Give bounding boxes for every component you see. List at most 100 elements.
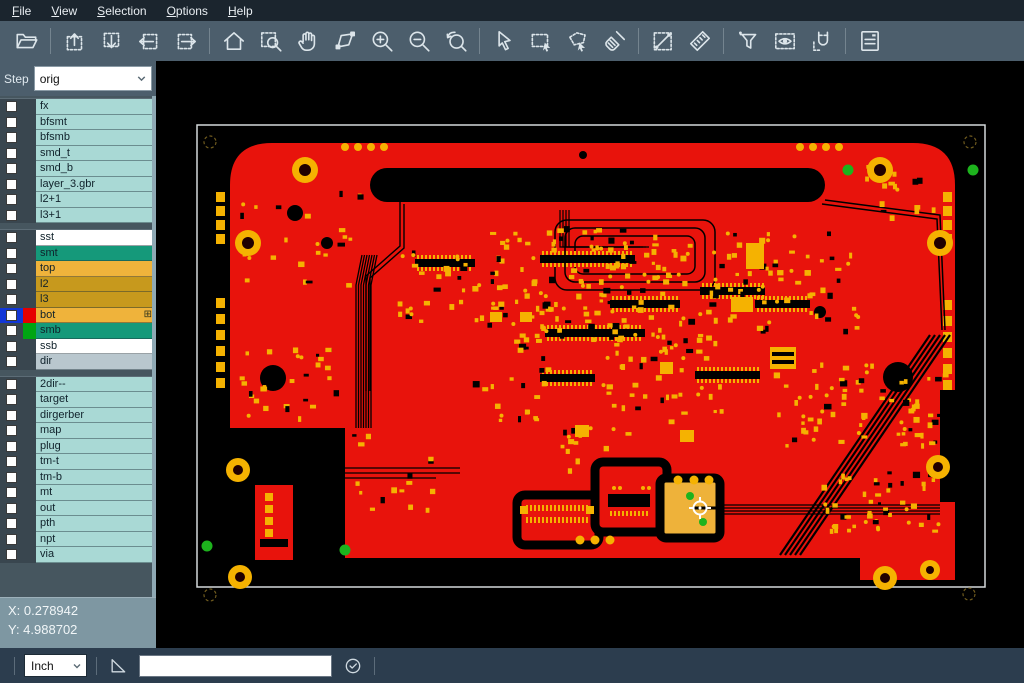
layer-checkbox-plug[interactable] (6, 441, 17, 452)
layer-label-2dir--[interactable]: 2dir-- (36, 377, 156, 393)
apply-refresh-icon[interactable] (341, 654, 365, 678)
layer-checkbox-l2[interactable] (6, 279, 17, 290)
layer-color-swatch[interactable] (23, 547, 36, 563)
layer-checkbox-smt[interactable] (6, 248, 17, 259)
layer-checkbox-map[interactable] (6, 425, 17, 436)
grid-icon[interactable]: ⊞ (144, 310, 152, 320)
layer-color-swatch[interactable] (23, 323, 36, 339)
layer-row-sst[interactable]: sst (0, 230, 156, 246)
layer-label-target[interactable]: target (36, 392, 156, 408)
layer-label-map[interactable]: map (36, 423, 156, 439)
layer-label-npt[interactable]: npt (36, 532, 156, 548)
zoom-previous-button[interactable] (437, 24, 474, 58)
layer-color-swatch[interactable] (23, 516, 36, 532)
layer-color-swatch[interactable] (23, 99, 36, 115)
layer-label-bfsmt[interactable]: bfsmt (36, 115, 156, 131)
layer-label-l3[interactable]: l3 (36, 292, 156, 308)
layer-color-swatch[interactable] (23, 261, 36, 277)
layer-row-l2[interactable]: l2 (0, 277, 156, 293)
layer-color-swatch[interactable] (23, 246, 36, 262)
layer-row-npt[interactable]: npt (0, 532, 156, 548)
layer-color-swatch[interactable] (23, 408, 36, 424)
panel-down-button[interactable] (93, 24, 130, 58)
layer-checkbox-ssb[interactable] (6, 341, 17, 352)
layer-color-swatch[interactable] (23, 146, 36, 162)
measure-ruler-button[interactable] (681, 24, 718, 58)
layer-color-swatch[interactable] (23, 130, 36, 146)
layer-row-ssb[interactable]: ssb (0, 339, 156, 355)
clean-selection-button[interactable] (596, 24, 633, 58)
layer-color-swatch[interactable] (23, 292, 36, 308)
layer-checkbox-smb[interactable] (6, 325, 17, 336)
menu-options[interactable]: Options (157, 2, 218, 20)
layer-checkbox-l2+1[interactable] (6, 194, 17, 205)
layer-checkbox-smd_b[interactable] (6, 163, 17, 174)
layer-color-swatch[interactable] (23, 339, 36, 355)
layer-checkbox-2dir--[interactable] (6, 379, 17, 390)
menu-view[interactable]: View (41, 2, 87, 20)
layer-color-swatch[interactable] (23, 277, 36, 293)
layer-label-out[interactable]: out (36, 501, 156, 517)
layer-label-l2+1[interactable]: l2+1 (36, 192, 156, 208)
layer-row-bot[interactable]: bot⊞ (0, 308, 156, 324)
layer-color-swatch[interactable] (23, 177, 36, 193)
layers-panel-button[interactable] (851, 24, 888, 58)
layer-row-out[interactable]: out (0, 501, 156, 517)
layer-row-plug[interactable]: plug (0, 439, 156, 455)
layer-checkbox-npt[interactable] (6, 534, 17, 545)
layer-color-swatch[interactable] (23, 308, 36, 324)
layer-checkbox-target[interactable] (6, 394, 17, 405)
select-polygon-button[interactable] (559, 24, 596, 58)
step-dropdown[interactable]: orig (34, 66, 152, 91)
layer-label-smd_b[interactable]: smd_b (36, 161, 156, 177)
layer-checkbox-mt[interactable] (6, 487, 17, 498)
zoom-out-button[interactable] (400, 24, 437, 58)
layer-checkbox-bfsmt[interactable] (6, 117, 17, 128)
units-dropdown[interactable]: Inch (24, 654, 87, 677)
layer-color-swatch[interactable] (23, 454, 36, 470)
menu-help[interactable]: Help (218, 2, 263, 20)
layer-color-swatch[interactable] (23, 392, 36, 408)
pan-hand-button[interactable] (289, 24, 326, 58)
zoom-polygon-button[interactable] (326, 24, 363, 58)
layer-label-ssb[interactable]: ssb (36, 339, 156, 355)
layer-label-via[interactable]: via (36, 547, 156, 563)
layer-checkbox-dirgerber[interactable] (6, 410, 17, 421)
layer-checkbox-pth[interactable] (6, 518, 17, 529)
layer-row-2dir--[interactable]: 2dir-- (0, 377, 156, 393)
layer-row-smd_t[interactable]: smd_t (0, 146, 156, 162)
layer-checkbox-bfsmb[interactable] (6, 132, 17, 143)
view-options-button[interactable] (766, 24, 803, 58)
layer-row-top[interactable]: top (0, 261, 156, 277)
layer-checkbox-top[interactable] (6, 263, 17, 274)
layer-label-l3+1[interactable]: l3+1 (36, 208, 156, 224)
layer-color-swatch[interactable] (23, 192, 36, 208)
layer-label-sst[interactable]: sst (36, 230, 156, 246)
layer-color-swatch[interactable] (23, 208, 36, 224)
layer-label-smt[interactable]: smt (36, 246, 156, 262)
layer-row-layer_3.gbr[interactable]: layer_3.gbr (0, 177, 156, 193)
layer-checkbox-sst[interactable] (6, 232, 17, 243)
layer-label-smd_t[interactable]: smd_t (36, 146, 156, 162)
layer-label-dirgerber[interactable]: dirgerber (36, 408, 156, 424)
layer-label-top[interactable]: top (36, 261, 156, 277)
layer-checkbox-bot[interactable] (6, 310, 17, 321)
layer-row-bfsmt[interactable]: bfsmt (0, 115, 156, 131)
layer-checkbox-out[interactable] (6, 503, 17, 514)
select-pointer-button[interactable] (485, 24, 522, 58)
layer-row-bfsmb[interactable]: bfsmb (0, 130, 156, 146)
layer-row-dirgerber[interactable]: dirgerber (0, 408, 156, 424)
layer-color-swatch[interactable] (23, 230, 36, 246)
measure-distance-button[interactable] (644, 24, 681, 58)
home-view-button[interactable] (215, 24, 252, 58)
snap-button[interactable] (803, 24, 840, 58)
layer-row-tm-b[interactable]: tm-b (0, 470, 156, 486)
filter-button[interactable] (729, 24, 766, 58)
layer-label-pth[interactable]: pth (36, 516, 156, 532)
layer-row-smb[interactable]: smb (0, 323, 156, 339)
layer-label-dir[interactable]: dir (36, 354, 156, 370)
layer-color-swatch[interactable] (23, 439, 36, 455)
layer-row-target[interactable]: target (0, 392, 156, 408)
layer-row-l2+1[interactable]: l2+1 (0, 192, 156, 208)
layer-label-layer_3.gbr[interactable]: layer_3.gbr (36, 177, 156, 193)
